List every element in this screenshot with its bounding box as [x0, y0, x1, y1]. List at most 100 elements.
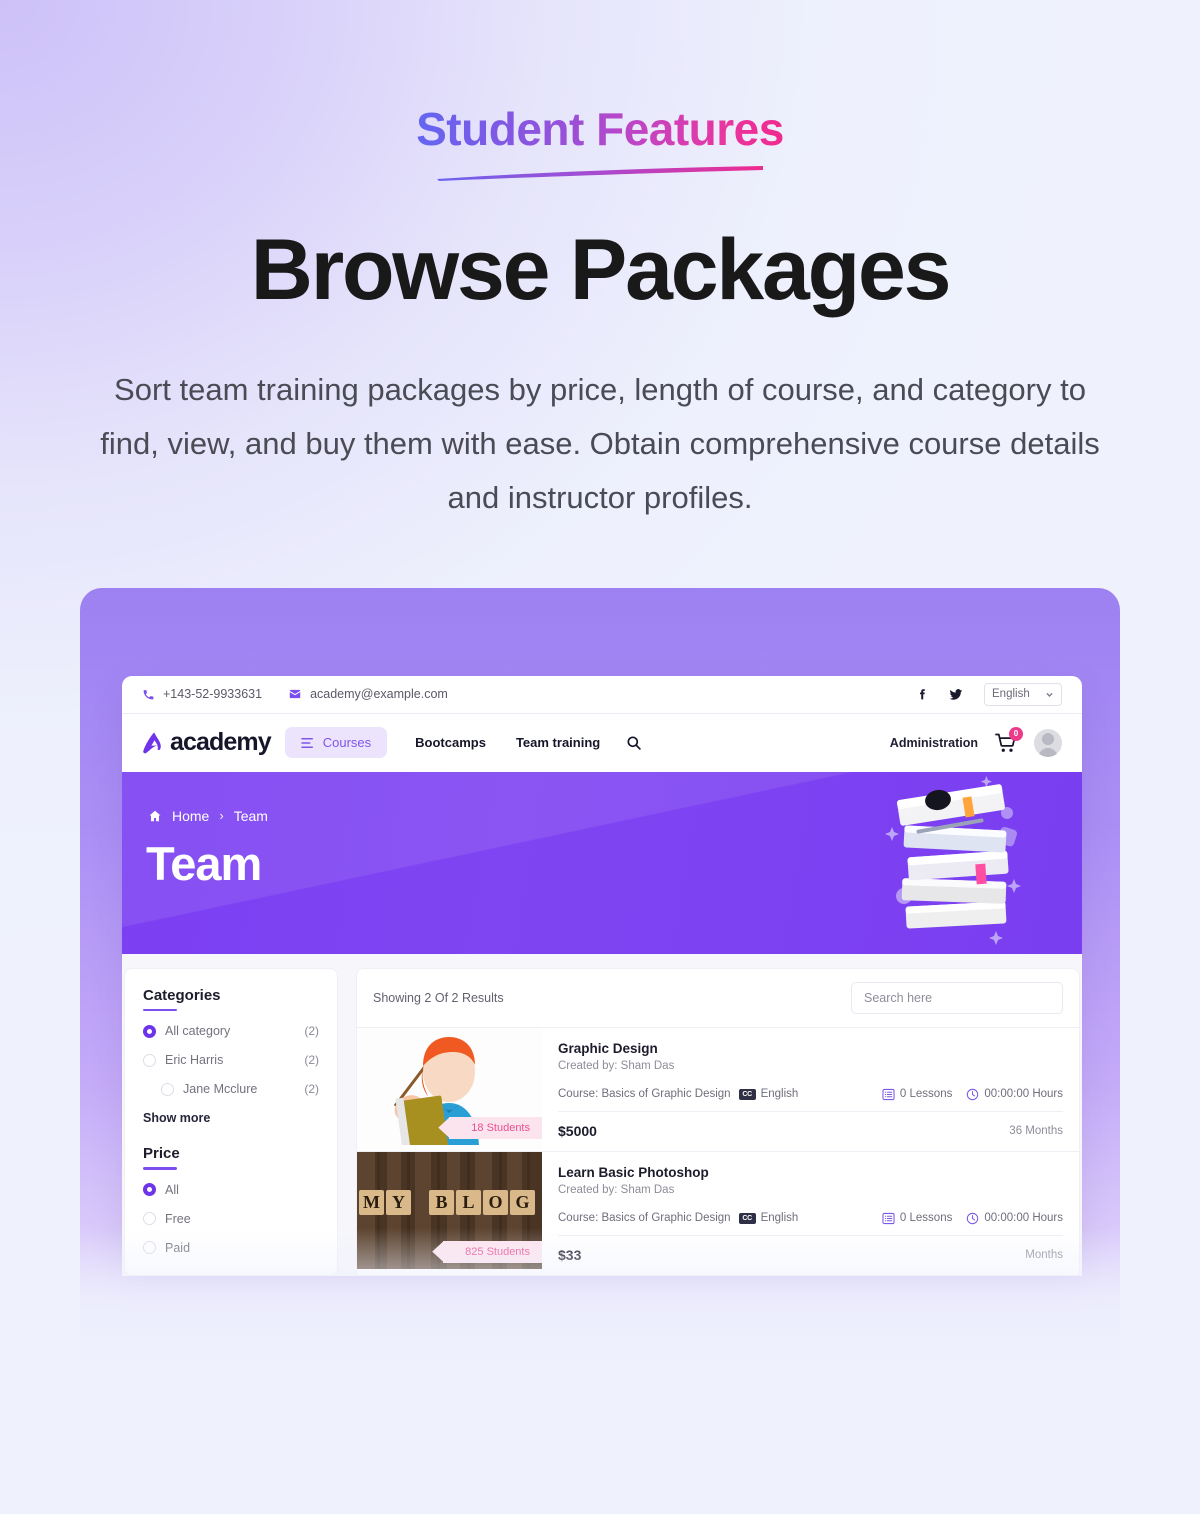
course-thumbnail: M Y B L O G 825 Students [357, 1151, 542, 1275]
svg-text:Y: Y [392, 1192, 405, 1212]
twitter-icon[interactable] [948, 687, 964, 702]
breadcrumb-home[interactable]: Home [172, 808, 209, 824]
page-banner: Home › Team Team [122, 771, 1082, 954]
hours-value: 00:00:00 Hours [984, 1212, 1063, 1225]
students-badge: 18 Students [449, 1116, 542, 1139]
category-count: (2) [304, 1082, 319, 1097]
radio-icon [143, 1212, 156, 1226]
mockup-frame: +143-52-9933631 academy@example.com Engl… [80, 587, 1120, 1378]
price-underline [143, 1167, 177, 1170]
academy-logo-icon [143, 732, 161, 754]
course-card-body: Learn Basic Photoshop Created by: Sham D… [542, 1152, 1079, 1275]
course-author: Created by: Sham Das [558, 1183, 675, 1196]
logo[interactable]: academy [142, 728, 272, 757]
nav-links: Bootcamps Team training [415, 735, 600, 750]
category-label: Jane Mcclure [183, 1082, 258, 1097]
search-input[interactable]: Search here [851, 981, 1063, 1014]
lessons-icon [882, 1088, 895, 1100]
radio-icon [143, 1183, 156, 1197]
search-icon[interactable] [626, 735, 642, 751]
category-option-eric-harris[interactable]: Eric Harris (2) [143, 1053, 319, 1067]
facebook-icon[interactable] [915, 687, 928, 702]
lessons-meta: 0 Lessons [882, 1088, 952, 1101]
course-footer: $33 Months [558, 1236, 1063, 1275]
underline-swoosh-icon [437, 165, 763, 181]
category-label: All category [165, 1024, 231, 1039]
students-badge: 825 Students [443, 1240, 542, 1263]
category-option-all[interactable]: All category (2) [143, 1024, 319, 1038]
administration-link[interactable]: Administration [890, 736, 978, 750]
mockup-wrapper: +143-52-9933631 academy@example.com Engl… [0, 587, 1200, 1378]
lessons-count: 0 Lessons [899, 1212, 953, 1225]
content-area: Categories All category (2) Eric Harris … [122, 953, 1082, 1276]
course-title[interactable]: Graphic Design [558, 1041, 1063, 1056]
hours-meta: 00:00:00 Hours [966, 1212, 1063, 1225]
closed-caption-icon: CC [738, 1212, 756, 1224]
courses-label: Courses [322, 735, 372, 751]
svg-text:G: G [515, 1192, 529, 1212]
radio-icon [161, 1082, 174, 1096]
price-option-free[interactable]: Free [143, 1212, 319, 1226]
svg-text:L: L [462, 1192, 474, 1212]
main-nav: academy Courses Bootcamps Team training [122, 714, 1082, 772]
price-title: Price [143, 1145, 180, 1163]
course-card-body: Graphic Design Created by: Sham Das Cour… [542, 1028, 1079, 1151]
browser-window: +143-52-9933631 academy@example.com Engl… [122, 675, 1082, 1276]
price-option-paid[interactable]: Paid [143, 1241, 319, 1255]
course-meta-right: 0 Lessons 00:00:00 Hours [882, 1088, 1063, 1101]
course-thumbnail: 18 Students [357, 1027, 542, 1151]
cart-button[interactable]: 0 [995, 726, 1023, 753]
radio-icon [143, 1053, 156, 1067]
breadcrumb-current: Team [233, 807, 268, 824]
phone-icon [143, 689, 154, 700]
categories-title: Categories [143, 986, 221, 1004]
language-select[interactable]: English [984, 682, 1062, 706]
books-illustration-icon [885, 775, 1021, 945]
language-value: English [992, 688, 1030, 701]
course-title[interactable]: Learn Basic Photoshop [558, 1165, 1063, 1180]
clock-icon [967, 1212, 979, 1224]
category-count: (2) [304, 1024, 319, 1039]
course-meta-right: 0 Lessons 00:00:00 Hours [882, 1212, 1063, 1225]
course-subtitle: Course: Basics of Graphic Design [558, 1212, 731, 1225]
price-option-all[interactable]: All [143, 1183, 319, 1197]
email-address: academy@example.com [310, 687, 448, 702]
category-option-jane-mcclure[interactable]: Jane Mcclure (2) [143, 1082, 319, 1096]
filters-sidebar: Categories All category (2) Eric Harris … [124, 967, 338, 1276]
topbar-right: English [915, 682, 1062, 706]
show-more-link[interactable]: Show more [143, 1111, 319, 1125]
course-card[interactable]: 18 Students Graphic Design Created by: S… [356, 1027, 1080, 1152]
breadcrumb-separator-icon: › [219, 808, 224, 824]
results-count: Showing 2 Of 2 Results [373, 990, 504, 1005]
price-label: Paid [165, 1240, 191, 1255]
course-card[interactable]: M Y B L O G 825 Students Learn Basic Pho… [356, 1151, 1080, 1276]
svg-text:M: M [363, 1192, 380, 1212]
course-price: $5000 [558, 1122, 597, 1139]
nav-link-bootcamps[interactable]: Bootcamps [415, 735, 486, 750]
eyebrow-wrap: Student Features [0, 104, 1200, 181]
lessons-icon [882, 1212, 895, 1224]
course-meta: Course: Basics of Graphic Design CC Engl… [558, 1212, 1063, 1236]
results-header: Showing 2 Of 2 Results Search here [356, 967, 1080, 1028]
course-footer: $5000 36 Months [558, 1112, 1063, 1151]
home-icon [149, 810, 161, 821]
page-title: Browse Packages [250, 221, 952, 318]
envelope-icon [289, 690, 301, 699]
svg-text:O: O [488, 1192, 502, 1212]
course-author: Created by: Sham Das [558, 1059, 675, 1072]
price-label: All [165, 1182, 179, 1197]
course-subtitle: Course: Basics of Graphic Design [558, 1088, 731, 1101]
eyebrow-label: Student Features [416, 103, 784, 155]
courses-menu-button[interactable]: Courses [284, 727, 388, 759]
nav-link-team-training[interactable]: Team training [516, 735, 600, 750]
phone-number: +143-52-9933631 [163, 687, 263, 702]
course-language: English [760, 1212, 799, 1225]
phone-contact[interactable]: +143-52-9933631 [142, 687, 262, 701]
email-contact[interactable]: academy@example.com [288, 687, 448, 701]
avatar[interactable] [1034, 728, 1062, 757]
course-duration: Months [1025, 1248, 1063, 1261]
clock-icon [967, 1088, 979, 1100]
course-price: $33 [558, 1246, 582, 1263]
category-count: (2) [304, 1053, 319, 1068]
menu-icon [301, 737, 313, 748]
